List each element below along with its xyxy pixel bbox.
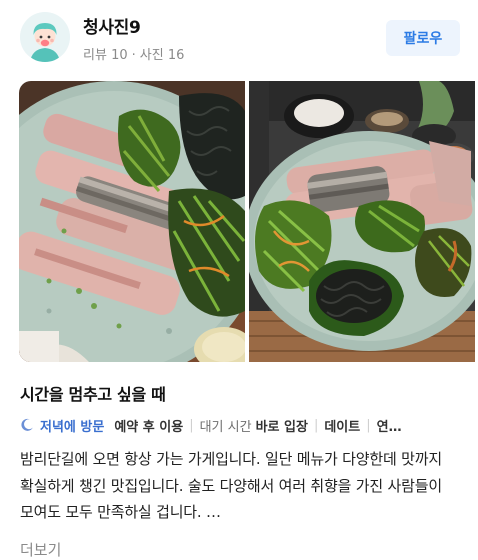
user-avatar-icon[interactable] [20, 12, 70, 62]
tag-truncated: 연… [376, 419, 402, 435]
tag-reservation: 예약 후 이용 [114, 419, 184, 435]
review-count-label: 리뷰 [83, 48, 107, 63]
tag-wait-value: 바로 입장 [255, 419, 308, 435]
tag-divider: | [313, 417, 319, 433]
tag-divider: | [366, 417, 371, 433]
moon-icon [20, 418, 34, 432]
more-button[interactable]: 더보기 [20, 539, 61, 560]
review-tags: 저녁에 방문 예약 후 이용 | 대기 시간 바로 입장 | 데이트 | 연… [20, 415, 460, 435]
review-photo-1[interactable] [19, 81, 245, 362]
meta-separator: · [131, 48, 136, 63]
photo-count: 16 [167, 48, 185, 63]
tag-wait-label: 대기 시간 [199, 419, 252, 435]
follow-button[interactable]: 팔로우 [386, 20, 460, 56]
review-photo-2[interactable] [249, 81, 475, 362]
user-name[interactable]: 청사진9 [83, 13, 141, 38]
review-body: 밤리단길에 오면 항상 가는 가게입니다. 일단 메뉴가 다양한데 맛까지 확실… [20, 450, 442, 521]
photo-count-label: 사진 [139, 48, 164, 63]
review-count: 10 [111, 48, 128, 63]
tag-purpose: 데이트 [324, 419, 361, 435]
tag-divider: | [189, 417, 194, 433]
user-stats: 리뷰 10 · 사진 16 [83, 44, 184, 63]
review-header: 청사진9 리뷰 10 · 사진 16 팔로우 [0, 0, 478, 78]
tag-visit-time: 저녁에 방문 [40, 419, 105, 435]
photo-carousel[interactable] [19, 81, 478, 362]
review-title: 시간을 멈추고 싶을 때 [20, 385, 166, 404]
